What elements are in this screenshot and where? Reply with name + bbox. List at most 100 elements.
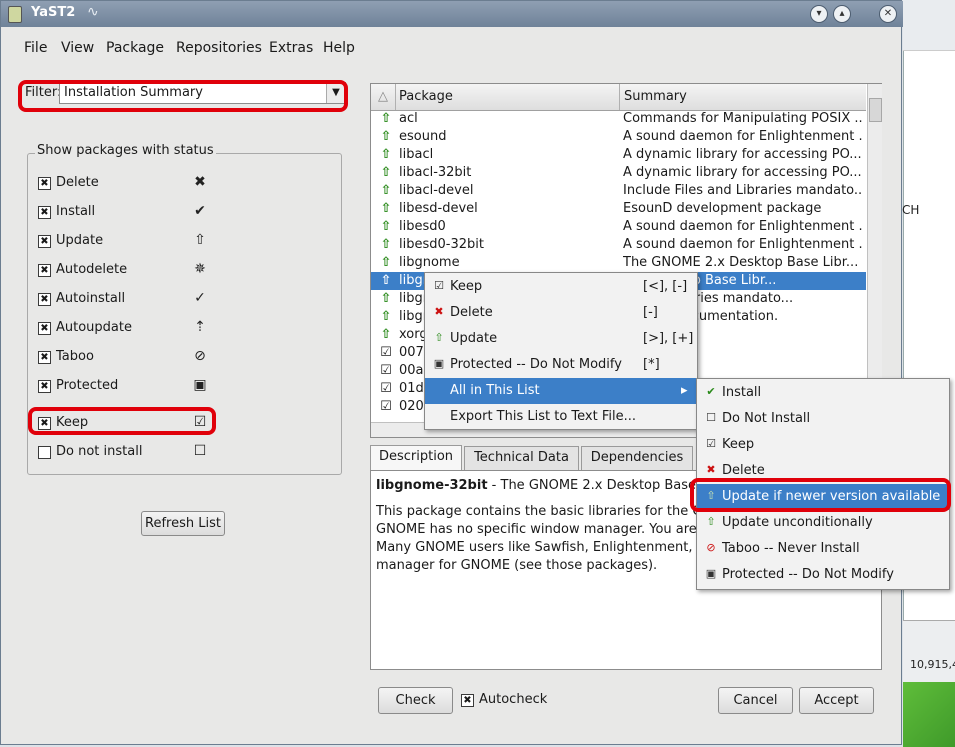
delete-x-icon: ✖	[434, 305, 444, 318]
table-row[interactable]: ⇧ esound A sound daemon for Enlightenment …	[371, 128, 866, 146]
keep-icon: ☑	[380, 399, 392, 414]
context-menu-label: Delete	[450, 305, 493, 320]
empty-box-icon: ☐	[706, 411, 716, 424]
autocheck-label: Autocheck	[479, 692, 548, 707]
context-menu-item[interactable]: Export This List to Text File...	[425, 404, 697, 430]
table-row[interactable]: ⇧ libesd-devel EsounD development package	[371, 200, 866, 218]
sort-triangle-icon[interactable]: △	[371, 84, 396, 110]
menu-view[interactable]: View	[61, 40, 94, 56]
status-label: Update	[56, 233, 104, 248]
update-arrow-icon: ⇧	[380, 201, 392, 216]
update-arrow-icon: ⇧	[380, 237, 392, 252]
submenu-item[interactable]: ☐ Do Not Install	[697, 406, 949, 432]
empty-box-icon: ☐	[193, 443, 207, 459]
status-checkbox[interactable]: ✖	[38, 322, 51, 335]
submenu-item[interactable]: ✔ Install	[697, 380, 949, 406]
menu-bar: File View Package Repositories Extras He…	[1, 28, 903, 70]
context-menu-item[interactable]: All in This List ▸	[425, 378, 697, 404]
lock-icon: ▣	[193, 377, 207, 393]
shortcut-label: [<], [-]	[643, 279, 688, 294]
tab-description[interactable]: Description	[370, 445, 462, 471]
app-icon	[8, 6, 22, 23]
package-summary: A sound daemon for Enlightenment ...	[623, 219, 863, 234]
refresh-list-button[interactable]: Refresh List	[141, 511, 225, 536]
submenu-item[interactable]: ⇧ Update unconditionally	[697, 510, 949, 536]
menu-package[interactable]: Package	[106, 40, 164, 56]
table-row[interactable]: ⇧ libgnome The GNOME 2.x Desktop Base Libr…	[371, 254, 866, 272]
column-summary[interactable]: Summary	[624, 89, 687, 104]
package-name: 01d	[399, 381, 424, 396]
menu-help[interactable]: Help	[323, 40, 355, 56]
context-menu-label: Protected -- Do Not Modify	[450, 357, 622, 372]
status-checkbox[interactable]: ✖	[38, 264, 51, 277]
package-name: libacl-32bit	[399, 165, 472, 180]
keep-icon: ☑	[434, 279, 444, 292]
tab-dependencies[interactable]: Dependencies	[581, 446, 693, 470]
autocheck-checkbox[interactable]: ✖	[461, 694, 474, 707]
context-menu-item[interactable]: ✖ Delete [-]	[425, 300, 697, 326]
context-menu-item[interactable]: ☑ Keep [<], [-]	[425, 274, 697, 300]
context-menu-label: Keep	[450, 279, 483, 294]
menu-file[interactable]: File	[24, 40, 47, 56]
submenu-label: Keep	[722, 437, 755, 452]
status-checkbox[interactable]: ✖	[38, 206, 51, 219]
minimize-button[interactable]: ▾	[810, 5, 828, 23]
vertical-scrollbar[interactable]	[867, 84, 882, 421]
package-name: libesd0	[399, 219, 446, 234]
install-check-icon: ✔	[194, 203, 206, 219]
context-menu-label: Export This List to Text File...	[450, 409, 636, 424]
menu-repositories[interactable]: Repositories	[176, 40, 262, 56]
status-checkbox[interactable]: ✖	[38, 293, 51, 306]
menu-extras[interactable]: Extras	[269, 40, 313, 56]
package-name: libesd0-32bit	[399, 237, 484, 252]
submenu-arrow-icon: ▸	[681, 383, 688, 398]
keep-icon: ☑	[380, 363, 392, 378]
shortcut-label: [*]	[643, 357, 660, 372]
status-checkbox[interactable]: ✖	[38, 351, 51, 364]
status-label: Autoupdate	[56, 320, 132, 335]
table-row[interactable]: ⇧ libacl-32bit A dynamic library for acces…	[371, 164, 866, 182]
title-bar[interactable]: YaST2 ∿ ▾ ▴ ✕	[1, 1, 903, 27]
submenu-item[interactable]: ▣ Protected -- Do Not Modify	[697, 562, 949, 588]
accept-button[interactable]: Accept	[799, 687, 874, 714]
close-button[interactable]: ✕	[879, 5, 897, 23]
status-checkbox[interactable]	[38, 446, 51, 459]
autoinstall-icon: ✓	[194, 290, 206, 306]
table-row[interactable]: ⇧ acl Commands for Manipulating POSIX ...	[371, 110, 866, 128]
column-package[interactable]: Package	[399, 89, 453, 104]
maximize-button[interactable]: ▴	[833, 5, 851, 23]
cancel-button[interactable]: Cancel	[718, 687, 793, 714]
status-checkbox[interactable]: ✖	[38, 235, 51, 248]
update-arrow-icon: ⇧	[380, 165, 392, 180]
context-menu-item[interactable]: ▣ Protected -- Do Not Modify [*]	[425, 352, 697, 378]
update-arrow-icon: ⇧	[380, 219, 392, 234]
update-arrow-icon: ⇧	[434, 331, 444, 344]
package-name: libacl	[399, 147, 434, 162]
table-row[interactable]: ⇧ libacl A dynamic library for accessing P…	[371, 146, 866, 164]
status-checkbox[interactable]: ✖	[38, 380, 51, 393]
shortcut-label: [>], [+]	[643, 331, 694, 346]
context-menu-item[interactable]: ⇧ Update [>], [+]	[425, 326, 697, 352]
keep-icon: ☑	[380, 381, 392, 396]
update-arrow-icon: ⇧	[380, 291, 392, 306]
install-check-icon: ✔	[706, 385, 716, 398]
status-checkbox[interactable]: ✖	[38, 177, 51, 190]
check-button[interactable]: Check	[378, 687, 453, 714]
scrollbar-thumb[interactable]	[869, 98, 882, 122]
update-arrow-icon: ⇧	[380, 147, 392, 162]
column-divider	[619, 84, 620, 110]
tab-technical-data[interactable]: Technical Data	[464, 446, 579, 470]
table-row[interactable]: ⇧ libesd0-32bit A sound daemon for Enlight…	[371, 236, 866, 254]
status-label: Install	[56, 204, 96, 219]
submenu-item[interactable]: ☑ Keep	[697, 432, 949, 458]
package-name: libacl-devel	[399, 183, 474, 198]
context-menu-label: All in This List	[450, 383, 540, 398]
update-arrow-icon: ⇧	[380, 273, 392, 288]
status-label: Autoinstall	[56, 291, 126, 306]
submenu-item[interactable]: ⊘ Taboo -- Never Install	[697, 536, 949, 562]
submenu-label: Do Not Install	[722, 411, 811, 426]
context-menu-label: Update	[450, 331, 498, 346]
background-panel	[903, 620, 955, 652]
table-row[interactable]: ⇧ libacl-devel Include Files and Libraries…	[371, 182, 866, 200]
table-row[interactable]: ⇧ libesd0 A sound daemon for Enlightenment…	[371, 218, 866, 236]
